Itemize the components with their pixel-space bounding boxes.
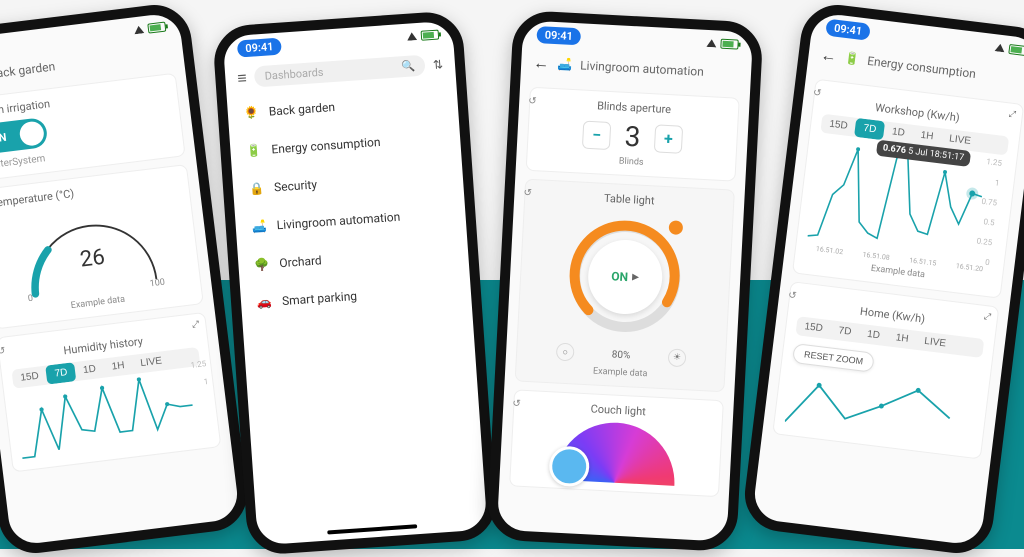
range-15d[interactable]: 15D	[11, 366, 47, 389]
range-1h[interactable]: 1H	[887, 327, 918, 349]
car-icon: 🚗	[257, 295, 273, 310]
dashboard-list: 🌻 Back garden 🔋 Energy consumption 🔒 Sec…	[227, 79, 472, 322]
clock: 09:41	[536, 26, 581, 45]
decrement-button[interactable]: −	[582, 120, 611, 149]
sort-icon[interactable]: ⇅	[432, 57, 443, 72]
expand-icon[interactable]: ⤢	[1008, 109, 1016, 120]
clock: 09:41	[825, 18, 871, 40]
list-label: Security	[274, 177, 318, 194]
menu-icon[interactable]: ≡	[237, 68, 248, 89]
history-icon[interactable]: ↺	[528, 96, 537, 107]
list-label: Orchard	[279, 253, 322, 270]
selected-color-chip[interactable]	[548, 445, 590, 487]
card-title: Table light	[535, 188, 723, 211]
y-tick: 0.75	[981, 197, 998, 208]
range-7d[interactable]: 7D	[46, 362, 77, 384]
max-button[interactable]: ☀	[668, 348, 687, 367]
y-tick: 1.25	[190, 359, 207, 370]
battery-icon	[720, 39, 738, 50]
y-tick: 0.5	[983, 217, 995, 227]
card-blinds: ↺ Blinds aperture − 3 + Blinds	[526, 87, 740, 182]
y-tick: 1	[203, 377, 209, 386]
battery-icon	[147, 22, 166, 34]
temperature-gauge: 26 0 100	[11, 195, 171, 303]
card-workshop: ↺ ⤢ Workshop (Kw/h) 15D 7D 1D 1H LIVE 0.…	[792, 79, 1024, 299]
wifi-icon	[706, 39, 716, 48]
history-icon[interactable]: ↺	[812, 87, 822, 99]
light-state: ON	[611, 269, 628, 284]
range-7d[interactable]: 7D	[854, 118, 885, 140]
wifi-icon	[994, 43, 1005, 52]
color-picker[interactable]	[555, 420, 678, 486]
expand-icon[interactable]: ⤢	[192, 320, 200, 331]
phone-livingroom: 09:41 ← 🛋️ Livingroom automation ↺ Blind…	[486, 10, 763, 552]
card-main-irrigation: Main irrigation ON WaterSystem	[0, 73, 186, 182]
range-live[interactable]: LIVE	[131, 351, 171, 374]
caption: Example data	[526, 363, 714, 383]
card-title: Main irrigation	[0, 83, 167, 119]
card-couch-light: ↺ Couch light	[509, 389, 724, 497]
battery-icon: 🔋	[246, 143, 262, 158]
range-1d[interactable]: 1D	[74, 359, 105, 381]
toggle-state-label: ON	[0, 130, 7, 145]
gauge-max: 100	[149, 278, 165, 290]
back-button[interactable]: ←	[533, 53, 550, 74]
wifi-icon	[134, 25, 145, 34]
increment-button[interactable]: +	[654, 124, 683, 153]
irrigation-toggle[interactable]: ON	[0, 117, 49, 155]
sunflower-icon: 🌻	[243, 105, 259, 120]
home-indicator	[327, 524, 417, 534]
brightness-dial[interactable]: ON ▶	[557, 209, 694, 346]
range-15d[interactable]: 15D	[795, 316, 831, 339]
back-button[interactable]: ←	[820, 45, 838, 67]
card-humidity-history: ↺ ⤢ Humidity history 15D 7D 1D 1H LIVE 1…	[0, 312, 221, 473]
tree-icon: 🌳	[254, 257, 270, 272]
brightness-percent: 80%	[612, 349, 631, 361]
lock-icon: 🔒	[249, 181, 265, 196]
workshop-chart: 0.676 5 Jul 18:51:17 1.25 1 0.75 0.5 0.2…	[806, 137, 1006, 269]
expand-icon[interactable]: ⤢	[983, 312, 991, 323]
history-icon[interactable]: ↺	[0, 345, 6, 357]
y-tick: 1.25	[986, 157, 1003, 168]
list-label: Energy consumption	[271, 135, 381, 157]
list-label: Livingroom automation	[276, 210, 400, 233]
list-label: Back garden	[268, 100, 335, 119]
battery-icon: 🔋	[844, 51, 861, 67]
phone-back-garden: 🌻 Back garden Main irrigation ON WaterSy…	[0, 1, 251, 557]
couch-icon: 🛋️	[251, 219, 267, 234]
range-1h[interactable]: 1H	[103, 355, 134, 377]
clock: 09:41	[237, 37, 282, 57]
home-chart	[784, 367, 978, 449]
phone-dashboards: 09:41 ≡ Dashboards 🔍 ⇅ 🌻 Back garden	[212, 10, 498, 556]
range-7d[interactable]: 7D	[830, 320, 861, 342]
off-button[interactable]: ○	[556, 343, 575, 362]
page-title: Livingroom automation	[580, 58, 704, 78]
couch-icon: 🛋️	[557, 57, 573, 72]
y-tick: 0.25	[976, 236, 993, 247]
page-title: Energy consumption	[866, 54, 976, 81]
page-title: Back garden	[0, 59, 56, 81]
history-icon[interactable]: ↺	[788, 290, 798, 302]
range-15d[interactable]: 15D	[820, 114, 856, 137]
battery-icon	[421, 30, 440, 41]
search-icon: 🔍	[401, 59, 416, 73]
wifi-icon	[407, 32, 418, 41]
gauge-min: 0	[27, 294, 33, 305]
blinds-value: 3	[624, 120, 641, 154]
phone-energy: 09:41 ← 🔋 Energy consumption ↺ ⤢ Worksho…	[741, 1, 1024, 557]
card-title: Blinds aperture	[540, 96, 728, 119]
search-placeholder: Dashboards	[264, 66, 324, 83]
history-icon[interactable]: ↺	[523, 188, 532, 199]
battery-icon	[1008, 44, 1024, 56]
card-home: ↺ ⤢ Home (Kw/h) 15D 7D 1D 1H LIVE RESET …	[772, 281, 999, 459]
play-icon: ▶	[632, 272, 639, 282]
list-label: Smart parking	[282, 289, 358, 308]
phone-row: 🌻 Back garden Main irrigation ON WaterSy…	[0, 0, 1024, 549]
card-temperature: Temperature (°C) 26 0 100 Example data	[0, 164, 204, 330]
range-1d[interactable]: 1D	[858, 324, 889, 346]
card-title: Couch light	[524, 399, 712, 422]
card-table-light: ↺ Table light ON ▶ ○ 80% ☀	[515, 179, 735, 393]
range-live[interactable]: LIVE	[915, 331, 955, 354]
history-icon[interactable]: ↺	[512, 398, 521, 409]
